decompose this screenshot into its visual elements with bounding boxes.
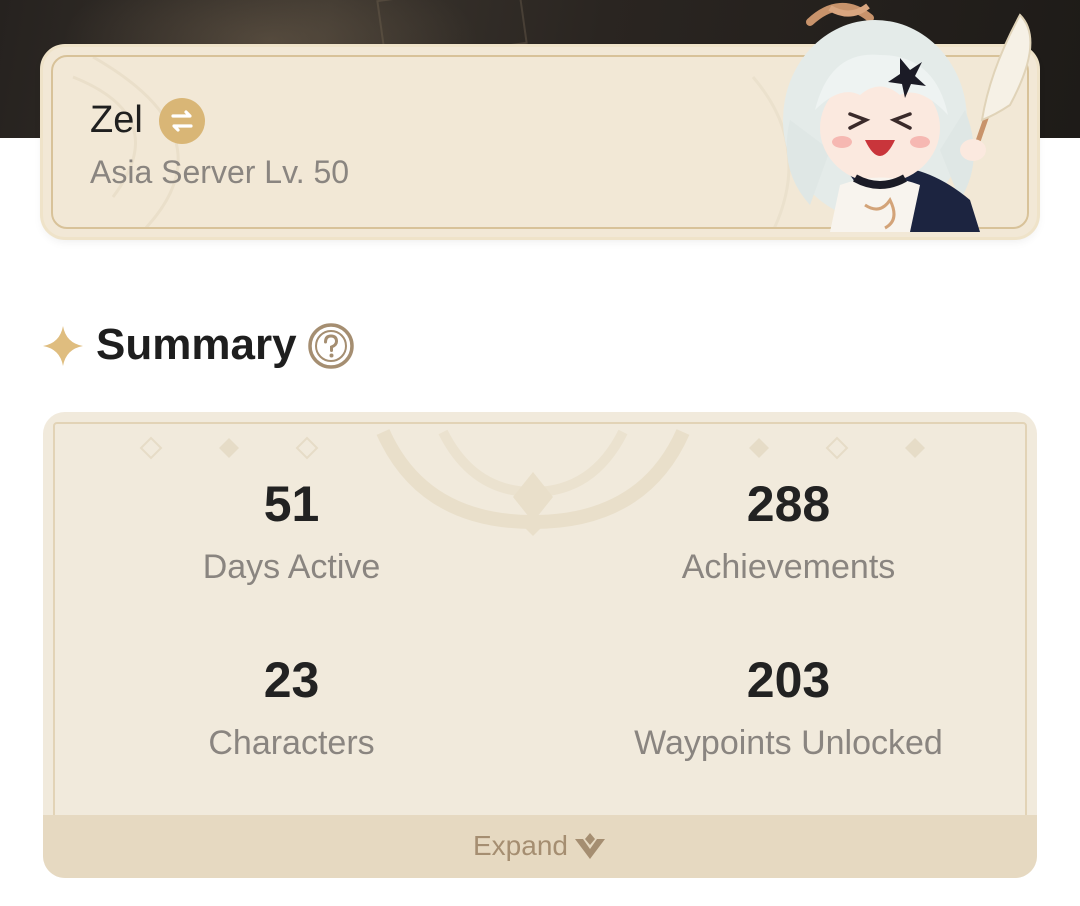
stat-waypoints-unlocked: 203 Waypoints Unlocked <box>540 650 1037 764</box>
stat-value: 51 <box>263 476 320 532</box>
player-name: Zel <box>90 99 143 141</box>
stat-characters: 23 Characters <box>43 650 540 764</box>
stat-label: Days Active <box>202 548 381 586</box>
server-level: Asia Server Lv. 50 <box>90 154 350 190</box>
stat-achievements: 288 Achievements <box>540 474 1037 588</box>
stat-label: Characters <box>208 724 375 762</box>
swap-arrows-icon <box>171 110 193 132</box>
stat-value: 203 <box>746 652 831 708</box>
summary-heading: Summary <box>96 320 297 369</box>
chibi-mascot-with-feather <box>783 2 1032 232</box>
stat-label: Achievements <box>681 548 896 586</box>
chevron-down-diamond-icon <box>575 833 605 859</box>
stat-days-active: 51 Days Active <box>43 474 540 588</box>
stat-value: 288 <box>746 476 831 532</box>
expand-button[interactable]: Expand <box>43 815 1037 878</box>
swap-account-button[interactable] <box>159 98 205 144</box>
question-circle-icon[interactable] <box>307 322 355 370</box>
expand-label: Expand <box>473 830 568 861</box>
summary-card: 51 Days Active 288 Achievements 23 Chara… <box>43 412 1037 878</box>
stat-value: 23 <box>263 652 320 708</box>
stat-label: Waypoints Unlocked <box>634 724 943 762</box>
sparkle-star-icon <box>43 326 83 366</box>
battle-chronicle-page: Zel Asia Server Lv. 50 Summary 51 Days A… <box>0 0 1080 906</box>
